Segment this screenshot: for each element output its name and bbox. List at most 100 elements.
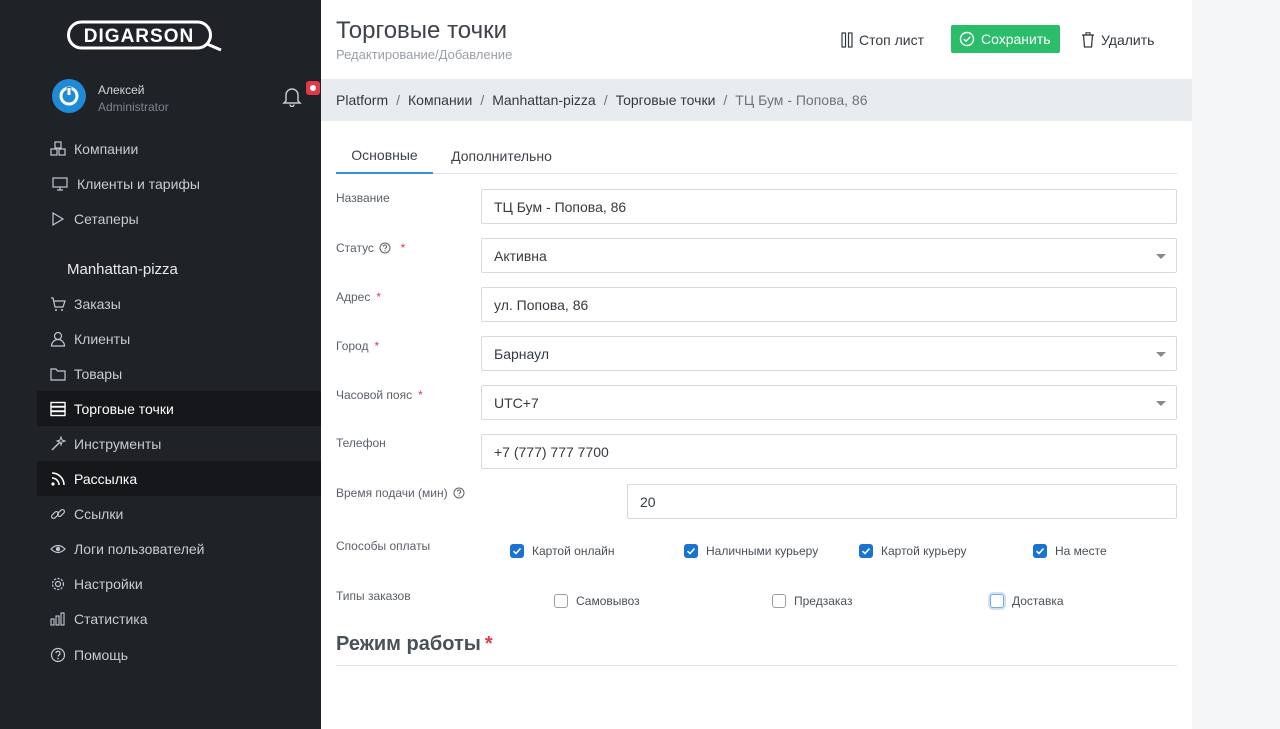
payment-cash-courier-checkbox[interactable]: Наличными курьеру bbox=[684, 544, 818, 558]
check-circle-icon bbox=[959, 31, 975, 47]
order-type-pickup-checkbox[interactable]: Самовывоз bbox=[554, 594, 640, 608]
help-circle-icon[interactable] bbox=[379, 242, 391, 254]
payment-on-site-checkbox[interactable]: На месте bbox=[1033, 544, 1107, 558]
sidebar-item-help[interactable]: Помощь bbox=[37, 637, 321, 672]
digarson-logo[interactable]: DIGARSON bbox=[67, 20, 223, 54]
sidebar-item-user-logs[interactable]: Логи пользователей bbox=[37, 531, 321, 566]
sidebar: DIGARSON Алексей Administrator Компании … bbox=[37, 0, 321, 729]
tabs: Основные Дополнительно bbox=[336, 138, 1177, 174]
sidebar-item-clients-tariffs[interactable]: Клиенты и тарифы bbox=[37, 166, 321, 201]
checkbox-unchecked bbox=[990, 594, 1004, 608]
breadcrumb-link[interactable]: Platform bbox=[336, 92, 388, 108]
order-type-delivery-checkbox[interactable]: Доставка bbox=[990, 594, 1064, 608]
sidebar-item-label: Инструменты bbox=[74, 435, 162, 452]
server-icon bbox=[50, 401, 66, 417]
wand-icon bbox=[50, 435, 66, 452]
status-select[interactable]: Активна bbox=[481, 238, 1177, 273]
order-type-preorder-checkbox[interactable]: Предзаказ bbox=[772, 594, 852, 608]
sidebar-item-label: Товары bbox=[74, 365, 123, 382]
sidebar-item-setupers[interactable]: Сетаперы bbox=[37, 201, 321, 236]
chevron-down-icon bbox=[1156, 254, 1166, 259]
breadcrumb-current: ТЦ Бум - Попова, 86 bbox=[735, 92, 868, 108]
tab-main[interactable]: Основные bbox=[336, 138, 433, 174]
sidebar-item-label: Компании bbox=[74, 140, 139, 157]
check-icon bbox=[686, 547, 696, 555]
payment-card-online-checkbox[interactable]: Картой онлайн bbox=[510, 544, 614, 558]
cart-icon bbox=[50, 296, 66, 312]
sidebar-item-label: Логи пользователей bbox=[74, 540, 205, 557]
payment-label: Способы оплаты bbox=[336, 539, 431, 553]
breadcrumb-link[interactable]: Компании bbox=[408, 92, 472, 108]
delivery-time-label: Время подачи (мин) bbox=[336, 486, 465, 500]
sidebar-item-settings[interactable]: Настройки bbox=[37, 566, 321, 601]
sidebar-item-clients[interactable]: Клиенты bbox=[37, 321, 321, 356]
main-content: Торговые точки Редактирование/Добавление… bbox=[321, 0, 1192, 729]
bell-icon[interactable] bbox=[281, 85, 303, 107]
sidebar-section-title: Manhattan-pizza bbox=[67, 261, 178, 278]
checkbox-checked bbox=[1033, 544, 1047, 558]
sidebar-item-outlets[interactable]: Торговые точки bbox=[37, 391, 321, 426]
help-icon bbox=[50, 647, 66, 663]
breadcrumb-link[interactable]: Manhattan-pizza bbox=[492, 92, 596, 108]
page-title: Торговые точки bbox=[336, 17, 508, 44]
user-role: Administrator bbox=[98, 100, 169, 114]
stop-list-label: Стоп лист bbox=[859, 32, 925, 48]
checkbox-checked bbox=[510, 544, 524, 558]
timezone-select[interactable]: UTC+7 bbox=[481, 385, 1177, 420]
sidebar-item-statistics[interactable]: Статистика bbox=[37, 601, 321, 636]
check-icon bbox=[861, 547, 871, 555]
rss-icon bbox=[50, 471, 66, 487]
sidebar-item-label: Помощь bbox=[74, 646, 129, 663]
user-icon bbox=[50, 331, 66, 347]
sidebar-item-label: Заказы bbox=[74, 295, 121, 312]
name-label: Название bbox=[336, 191, 390, 205]
power-icon bbox=[59, 86, 79, 106]
payment-card-courier-checkbox[interactable]: Картой курьеру bbox=[859, 544, 967, 558]
save-label: Сохранить bbox=[981, 31, 1051, 47]
sidebar-item-label: Статистика bbox=[74, 610, 148, 627]
name-input[interactable]: ТЦ Бум - Попова, 86 bbox=[481, 189, 1177, 224]
pause-icon bbox=[841, 32, 853, 48]
sidebar-item-tools[interactable]: Инструменты bbox=[37, 426, 321, 461]
logo-text: DIGARSON bbox=[84, 26, 194, 47]
schedule-section-title: Режим работы * bbox=[336, 633, 493, 655]
sidebar-item-label: Рассылка bbox=[74, 470, 138, 487]
page-subtitle: Редактирование/Добавление bbox=[336, 47, 513, 62]
help-circle-icon[interactable] bbox=[453, 487, 465, 499]
play-icon bbox=[50, 211, 66, 227]
phone-input[interactable]: +7 (777) 777 7700 bbox=[481, 434, 1177, 469]
city-select[interactable]: Барнаул bbox=[481, 336, 1177, 371]
checkbox-checked bbox=[684, 544, 698, 558]
city-label: Город * bbox=[336, 339, 380, 353]
gear-icon bbox=[50, 576, 66, 592]
eye-icon bbox=[50, 541, 66, 557]
sidebar-item-orders[interactable]: Заказы bbox=[37, 286, 321, 321]
checkbox-unchecked bbox=[772, 594, 786, 608]
delete-label: Удалить bbox=[1101, 32, 1155, 48]
sidebar-item-label: Настройки bbox=[74, 575, 143, 592]
section-divider bbox=[336, 665, 1177, 666]
order-types-label: Типы заказов bbox=[336, 589, 411, 603]
avatar[interactable] bbox=[52, 79, 86, 113]
stop-list-button[interactable]: Стоп лист bbox=[841, 26, 924, 54]
sidebar-item-links[interactable]: Ссылки bbox=[37, 496, 321, 531]
notification-badge bbox=[306, 81, 320, 95]
monitor-icon bbox=[50, 176, 69, 192]
tab-additional[interactable]: Дополнительно bbox=[439, 138, 564, 174]
sidebar-item-mailing[interactable]: Рассылка bbox=[37, 461, 321, 496]
delete-button[interactable]: Удалить bbox=[1081, 26, 1154, 54]
delivery-time-input[interactable]: 20 bbox=[627, 484, 1177, 519]
companies-icon bbox=[50, 140, 66, 157]
sidebar-item-companies[interactable]: Компании bbox=[37, 131, 321, 166]
sidebar-item-products[interactable]: Товары bbox=[37, 356, 321, 391]
checkbox-checked bbox=[859, 544, 873, 558]
save-button[interactable]: Сохранить bbox=[951, 25, 1060, 53]
chevron-down-icon bbox=[1156, 401, 1166, 406]
breadcrumb-link[interactable]: Торговые точки bbox=[616, 92, 716, 108]
left-gutter bbox=[0, 0, 37, 729]
address-label: Адрес * bbox=[336, 290, 382, 304]
sidebar-item-label: Ссылки bbox=[74, 505, 124, 522]
user-name: Алексей bbox=[98, 83, 145, 97]
chevron-down-icon bbox=[1156, 352, 1166, 357]
address-input[interactable]: ул. Попова, 86 bbox=[481, 287, 1177, 322]
